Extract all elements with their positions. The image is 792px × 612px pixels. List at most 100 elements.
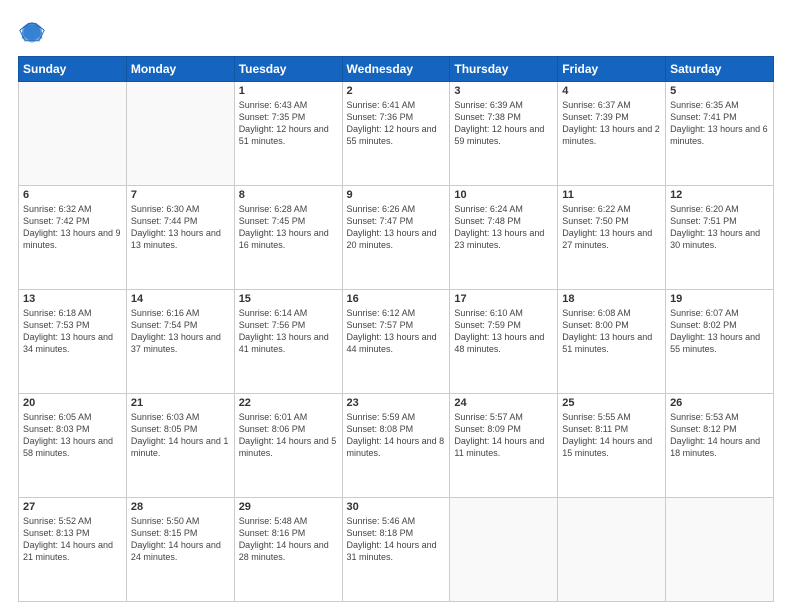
- day-info: Sunrise: 6:14 AM Sunset: 7:56 PM Dayligh…: [239, 307, 338, 356]
- day-number: 8: [239, 189, 338, 201]
- day-number: 12: [670, 189, 769, 201]
- page: Sunday Monday Tuesday Wednesday Thursday…: [0, 0, 792, 612]
- day-number: 1: [239, 85, 338, 97]
- day-info: Sunrise: 5:48 AM Sunset: 8:16 PM Dayligh…: [239, 515, 338, 564]
- day-number: 16: [347, 293, 446, 305]
- table-row: [450, 498, 558, 602]
- table-row: 27 Sunrise: 5:52 AM Sunset: 8:13 PM Dayli…: [19, 498, 127, 602]
- day-info: Sunrise: 6:39 AM Sunset: 7:38 PM Dayligh…: [454, 99, 553, 148]
- table-row: 23 Sunrise: 5:59 AM Sunset: 8:08 PM Dayli…: [342, 394, 450, 498]
- table-row: 15 Sunrise: 6:14 AM Sunset: 7:56 PM Dayli…: [234, 290, 342, 394]
- col-sunday: Sunday: [19, 57, 127, 82]
- day-info: Sunrise: 6:07 AM Sunset: 8:02 PM Dayligh…: [670, 307, 769, 356]
- day-number: 30: [347, 501, 446, 513]
- logo-icon: [18, 18, 46, 46]
- day-number: 21: [131, 397, 230, 409]
- table-row: [126, 82, 234, 186]
- table-row: 9 Sunrise: 6:26 AM Sunset: 7:47 PM Daylig…: [342, 186, 450, 290]
- day-info: Sunrise: 5:55 AM Sunset: 8:11 PM Dayligh…: [562, 411, 661, 460]
- day-number: 18: [562, 293, 661, 305]
- table-row: 2 Sunrise: 6:41 AM Sunset: 7:36 PM Daylig…: [342, 82, 450, 186]
- table-row: 14 Sunrise: 6:16 AM Sunset: 7:54 PM Dayli…: [126, 290, 234, 394]
- day-number: 15: [239, 293, 338, 305]
- day-info: Sunrise: 6:30 AM Sunset: 7:44 PM Dayligh…: [131, 203, 230, 252]
- calendar-week-row: 13 Sunrise: 6:18 AM Sunset: 7:53 PM Dayli…: [19, 290, 774, 394]
- table-row: 11 Sunrise: 6:22 AM Sunset: 7:50 PM Dayli…: [558, 186, 666, 290]
- calendar-header-row: Sunday Monday Tuesday Wednesday Thursday…: [19, 57, 774, 82]
- calendar-table: Sunday Monday Tuesday Wednesday Thursday…: [18, 56, 774, 602]
- calendar-week-row: 1 Sunrise: 6:43 AM Sunset: 7:35 PM Daylig…: [19, 82, 774, 186]
- day-number: 28: [131, 501, 230, 513]
- table-row: 19 Sunrise: 6:07 AM Sunset: 8:02 PM Dayli…: [666, 290, 774, 394]
- day-number: 10: [454, 189, 553, 201]
- day-number: 11: [562, 189, 661, 201]
- day-info: Sunrise: 6:28 AM Sunset: 7:45 PM Dayligh…: [239, 203, 338, 252]
- table-row: 24 Sunrise: 5:57 AM Sunset: 8:09 PM Dayli…: [450, 394, 558, 498]
- day-number: 24: [454, 397, 553, 409]
- day-info: Sunrise: 6:12 AM Sunset: 7:57 PM Dayligh…: [347, 307, 446, 356]
- day-info: Sunrise: 6:22 AM Sunset: 7:50 PM Dayligh…: [562, 203, 661, 252]
- day-number: 6: [23, 189, 122, 201]
- day-number: 27: [23, 501, 122, 513]
- day-info: Sunrise: 6:03 AM Sunset: 8:05 PM Dayligh…: [131, 411, 230, 460]
- day-info: Sunrise: 5:46 AM Sunset: 8:18 PM Dayligh…: [347, 515, 446, 564]
- table-row: 5Sunrise: 6:35 AM Sunset: 7:41 PM Daylig…: [666, 82, 774, 186]
- header: [18, 18, 774, 46]
- day-info: Sunrise: 6:26 AM Sunset: 7:47 PM Dayligh…: [347, 203, 446, 252]
- day-number: 4: [562, 85, 661, 97]
- day-number: 13: [23, 293, 122, 305]
- col-thursday: Thursday: [450, 57, 558, 82]
- table-row: 17Sunrise: 6:10 AM Sunset: 7:59 PM Dayli…: [450, 290, 558, 394]
- day-info: Sunrise: 6:16 AM Sunset: 7:54 PM Dayligh…: [131, 307, 230, 356]
- table-row: 16 Sunrise: 6:12 AM Sunset: 7:57 PM Dayli…: [342, 290, 450, 394]
- day-info: Sunrise: 5:53 AM Sunset: 8:12 PM Dayligh…: [670, 411, 769, 460]
- table-row: 25Sunrise: 5:55 AM Sunset: 8:11 PM Dayli…: [558, 394, 666, 498]
- table-row: 7Sunrise: 6:30 AM Sunset: 7:44 PM Daylig…: [126, 186, 234, 290]
- table-row: 12 Sunrise: 6:20 AM Sunset: 7:51 PM Dayli…: [666, 186, 774, 290]
- day-info: Sunrise: 6:18 AM Sunset: 7:53 PM Dayligh…: [23, 307, 122, 356]
- table-row: 10 Sunrise: 6:24 AM Sunset: 7:48 PM Dayli…: [450, 186, 558, 290]
- col-wednesday: Wednesday: [342, 57, 450, 82]
- day-number: 23: [347, 397, 446, 409]
- table-row: 4 Sunrise: 6:37 AM Sunset: 7:39 PM Daylig…: [558, 82, 666, 186]
- day-number: 3: [454, 85, 553, 97]
- day-info: Sunrise: 5:59 AM Sunset: 8:08 PM Dayligh…: [347, 411, 446, 460]
- table-row: 1 Sunrise: 6:43 AM Sunset: 7:35 PM Daylig…: [234, 82, 342, 186]
- table-row: [666, 498, 774, 602]
- table-row: 18 Sunrise: 6:08 AM Sunset: 8:00 PM Dayli…: [558, 290, 666, 394]
- day-info: Sunrise: 6:32 AM Sunset: 7:42 PM Dayligh…: [23, 203, 122, 252]
- day-info: Sunrise: 6:41 AM Sunset: 7:36 PM Dayligh…: [347, 99, 446, 148]
- table-row: 20 Sunrise: 6:05 AM Sunset: 8:03 PM Dayli…: [19, 394, 127, 498]
- table-row: 6 Sunrise: 6:32 AM Sunset: 7:42 PM Daylig…: [19, 186, 127, 290]
- day-number: 29: [239, 501, 338, 513]
- day-info: Sunrise: 6:24 AM Sunset: 7:48 PM Dayligh…: [454, 203, 553, 252]
- table-row: 22Sunrise: 6:01 AM Sunset: 8:06 PM Dayli…: [234, 394, 342, 498]
- col-saturday: Saturday: [666, 57, 774, 82]
- table-row: 3 Sunrise: 6:39 AM Sunset: 7:38 PM Daylig…: [450, 82, 558, 186]
- day-number: 2: [347, 85, 446, 97]
- day-info: Sunrise: 5:57 AM Sunset: 8:09 PM Dayligh…: [454, 411, 553, 460]
- table-row: 13 Sunrise: 6:18 AM Sunset: 7:53 PM Dayli…: [19, 290, 127, 394]
- table-row: 28Sunrise: 5:50 AM Sunset: 8:15 PM Dayli…: [126, 498, 234, 602]
- day-number: 19: [670, 293, 769, 305]
- col-monday: Monday: [126, 57, 234, 82]
- day-number: 14: [131, 293, 230, 305]
- day-info: Sunrise: 6:35 AM Sunset: 7:41 PM Dayligh…: [670, 99, 769, 148]
- calendar-week-row: 20 Sunrise: 6:05 AM Sunset: 8:03 PM Dayli…: [19, 394, 774, 498]
- day-info: Sunrise: 6:08 AM Sunset: 8:00 PM Dayligh…: [562, 307, 661, 356]
- day-info: Sunrise: 5:52 AM Sunset: 8:13 PM Dayligh…: [23, 515, 122, 564]
- table-row: 21 Sunrise: 6:03 AM Sunset: 8:05 PM Dayli…: [126, 394, 234, 498]
- col-tuesday: Tuesday: [234, 57, 342, 82]
- table-row: 29 Sunrise: 5:48 AM Sunset: 8:16 PM Dayli…: [234, 498, 342, 602]
- day-info: Sunrise: 6:05 AM Sunset: 8:03 PM Dayligh…: [23, 411, 122, 460]
- logo: [18, 18, 50, 46]
- table-row: 30 Sunrise: 5:46 AM Sunset: 8:18 PM Dayli…: [342, 498, 450, 602]
- calendar-week-row: 27 Sunrise: 5:52 AM Sunset: 8:13 PM Dayli…: [19, 498, 774, 602]
- day-number: 9: [347, 189, 446, 201]
- day-info: Sunrise: 6:20 AM Sunset: 7:51 PM Dayligh…: [670, 203, 769, 252]
- day-info: Sunrise: 6:37 AM Sunset: 7:39 PM Dayligh…: [562, 99, 661, 148]
- day-number: 26: [670, 397, 769, 409]
- day-number: 20: [23, 397, 122, 409]
- day-info: Sunrise: 6:43 AM Sunset: 7:35 PM Dayligh…: [239, 99, 338, 148]
- table-row: 8 Sunrise: 6:28 AM Sunset: 7:45 PM Daylig…: [234, 186, 342, 290]
